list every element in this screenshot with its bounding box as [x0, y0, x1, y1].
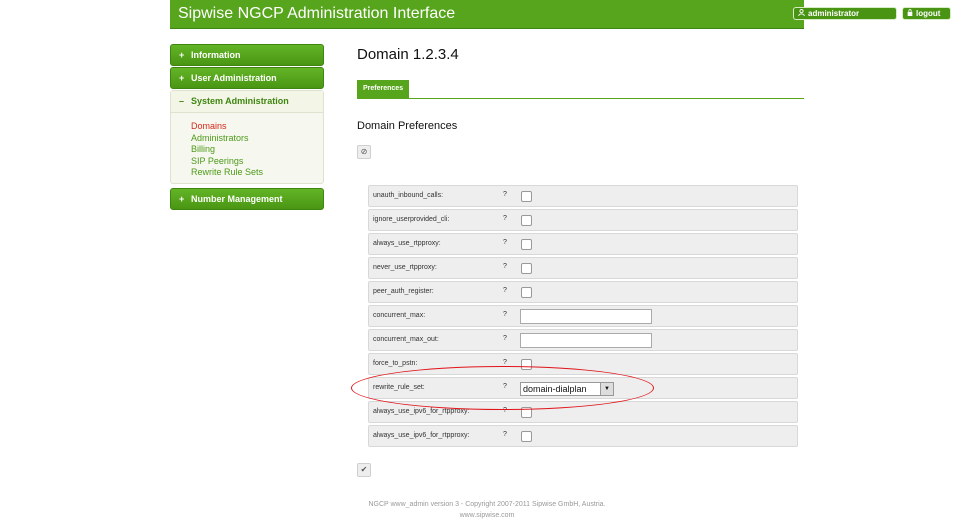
nav-information-label: Information [191, 50, 241, 60]
pref-label: concurrent_max_out: [373, 336, 439, 343]
pref-label: always_use_rtpproxy: [373, 240, 441, 247]
section-title: Domain Preferences [357, 120, 458, 132]
tab-divider [357, 98, 804, 99]
save-icon: ✔ [360, 465, 368, 474]
concurrent-max-input[interactable] [520, 309, 652, 324]
nav-system-administration-panel: – System Administration Domains Administr… [170, 90, 324, 184]
edit-icon: ⊘ [360, 147, 368, 156]
expand-icon: + [179, 50, 185, 60]
pref-label: peer_auth_register: [373, 288, 434, 295]
help-icon[interactable]: ? [503, 215, 507, 222]
nav-link-sip-peerings[interactable]: SIP Peerings [191, 156, 263, 168]
ignore-userprovided-cli-checkbox[interactable] [521, 215, 532, 226]
pref-row-unauth-inbound-calls: unauth_inbound_calls: ? [368, 185, 798, 207]
rewrite-rule-set-select[interactable]: domain-dialplan ▼ [520, 382, 614, 396]
pref-row-always-use-rtpproxy: always_use_rtpproxy: ? [368, 233, 798, 255]
nav-link-administrators[interactable]: Administrators [191, 133, 263, 145]
app-header: Sipwise NGCP Administration Interface ad… [170, 0, 951, 29]
pref-row-always-use-ipv6-for-rtpproxy: always_use_ipv6_for_rtpproxy: ? [368, 401, 798, 423]
expand-icon: + [179, 194, 185, 204]
chevron-down-icon: ▼ [600, 383, 613, 395]
help-icon[interactable]: ? [503, 335, 507, 342]
help-icon[interactable]: ? [503, 239, 507, 246]
nav-link-rewrite-rule-sets[interactable]: Rewrite Rule Sets [191, 167, 263, 179]
nav-system-administration[interactable]: – System Administration [171, 91, 323, 113]
help-icon[interactable]: ? [503, 287, 507, 294]
pref-row-rewrite-rule-set: rewrite_rule_set: ? domain-dialplan ▼ [368, 377, 798, 399]
nav-link-domains[interactable]: Domains [191, 121, 263, 133]
pref-row-concurrent-max-out: concurrent_max_out: ? [368, 329, 798, 351]
page-title: Domain 1.2.3.4 [357, 46, 459, 63]
pref-row-concurrent-max: concurrent_max: ? [368, 305, 798, 327]
nav-number-management[interactable]: + Number Management [170, 188, 324, 210]
footer-copyright: NGCP www_admin version 3 - Copyright 200… [368, 501, 606, 508]
help-icon[interactable]: ? [503, 359, 507, 366]
force-to-pstn-checkbox[interactable] [521, 359, 532, 370]
pref-label: force_to_pstn: [373, 360, 418, 367]
pref-label: always_use_ipv6_for_rtpproxy: [373, 432, 470, 439]
pref-label: rewrite_rule_set: [373, 384, 425, 391]
nav-information[interactable]: + Information [170, 44, 324, 66]
expand-icon: + [179, 73, 185, 83]
always-use-rtpproxy-checkbox[interactable] [521, 239, 532, 250]
concurrent-max-out-input[interactable] [520, 333, 652, 348]
pref-label: never_use_rtpproxy: [373, 264, 437, 271]
rewrite-rule-set-value: domain-dialplan [523, 384, 587, 394]
unauth-inbound-calls-checkbox[interactable] [521, 191, 532, 202]
pref-label: ignore_userprovided_cli: [373, 216, 450, 223]
pref-row-peer-auth-register: peer_auth_register: ? [368, 281, 798, 303]
pref-row-ignore-userprovided-cli: ignore_userprovided_cli: ? [368, 209, 798, 231]
system-admin-sublist: Domains Administrators Billing SIP Peeri… [191, 121, 263, 179]
always-use-ipv6-for-rtpproxy-checkbox-2[interactable] [521, 431, 532, 442]
current-user-label: administrator [808, 9, 860, 18]
pref-label: unauth_inbound_calls: [373, 192, 444, 199]
footer-website-link[interactable]: www.sipwise.com [357, 512, 617, 519]
tab-preferences[interactable]: Preferences [357, 80, 410, 98]
logout-button[interactable]: logout [902, 7, 951, 20]
lock-icon [907, 8, 913, 19]
always-use-ipv6-for-rtpproxy-checkbox[interactable] [521, 407, 532, 418]
pref-row-force-to-pstn: force_to_pstn: ? [368, 353, 798, 375]
current-user-button[interactable]: administrator [793, 7, 897, 20]
help-icon[interactable]: ? [503, 431, 507, 438]
user-icon [798, 8, 805, 19]
nav-system-administration-label: System Administration [191, 96, 289, 106]
collapse-icon: – [179, 96, 185, 106]
app-title: Sipwise NGCP Administration Interface [178, 5, 456, 22]
logout-label: logout [916, 9, 941, 18]
pref-label: always_use_ipv6_for_rtpproxy: [373, 408, 470, 415]
help-icon[interactable]: ? [503, 191, 507, 198]
help-icon[interactable]: ? [503, 263, 507, 270]
pref-row-always-use-ipv6-for-rtpproxy-2: always_use_ipv6_for_rtpproxy: ? [368, 425, 798, 447]
nav-user-administration[interactable]: + User Administration [170, 67, 324, 89]
peer-auth-register-checkbox[interactable] [521, 287, 532, 298]
edit-button[interactable]: ⊘ [357, 145, 371, 159]
help-icon[interactable]: ? [503, 383, 507, 390]
never-use-rtpproxy-checkbox[interactable] [521, 263, 532, 274]
help-icon[interactable]: ? [503, 311, 507, 318]
pref-label: concurrent_max: [373, 312, 426, 319]
save-button[interactable]: ✔ [357, 463, 371, 477]
pref-row-never-use-rtpproxy: never_use_rtpproxy: ? [368, 257, 798, 279]
nav-number-management-label: Number Management [191, 194, 283, 204]
nav-link-billing[interactable]: Billing [191, 144, 263, 156]
nav-user-administration-label: User Administration [191, 73, 277, 83]
help-icon[interactable]: ? [503, 407, 507, 414]
